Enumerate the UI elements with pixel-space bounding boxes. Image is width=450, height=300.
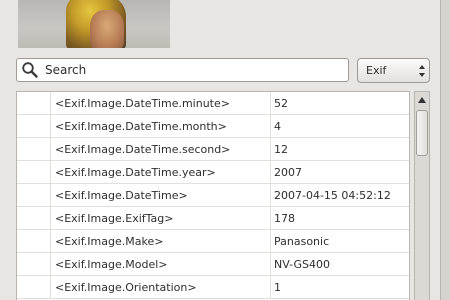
metadata-type-select[interactable]: Exif xyxy=(357,58,430,83)
row-indicator-cell xyxy=(17,207,51,229)
table-row[interactable]: <Exif.Image.DateTime.minute> 52 xyxy=(17,92,409,115)
table-row[interactable]: <Exif.Image.DateTime> 2007-04-15 04:52:1… xyxy=(17,184,409,207)
metadata-type-selected: Exif xyxy=(366,64,387,77)
tag-name-cell: <Exif.Image.DateTime.second> xyxy=(51,138,271,160)
window-edge xyxy=(440,0,450,300)
table-row[interactable]: <Exif.Image.DateTime.second> 12 xyxy=(17,138,409,161)
row-indicator-cell xyxy=(17,92,51,114)
tag-value-cell: 178 xyxy=(274,211,295,225)
table-row[interactable]: <Exif.Image.Model> NV-GS400 xyxy=(17,253,409,276)
tag-value-cell: 2007-04-15 04:52:12 xyxy=(274,188,391,202)
table-row[interactable]: <Exif.Image.DateTime.month> 4 xyxy=(17,115,409,138)
tag-name-cell: <Exif.Image.DateTime.year> xyxy=(51,161,271,183)
table-row[interactable]: <Exif.Image.Orientation> 1 xyxy=(17,276,409,299)
search-input[interactable]: Search xyxy=(16,58,349,82)
row-indicator-cell xyxy=(17,138,51,160)
tag-value-cell: 4 xyxy=(274,119,281,133)
tag-name-cell: <Exif.Image.Orientation> xyxy=(51,276,271,298)
tag-value-cell: 1 xyxy=(274,280,281,294)
row-indicator-cell xyxy=(17,230,51,252)
row-indicator-cell xyxy=(17,115,51,137)
search-icon xyxy=(21,61,39,79)
tag-name-cell: <Exif.Image.Make> xyxy=(51,230,271,252)
vertical-scrollbar[interactable] xyxy=(414,91,430,300)
row-indicator-cell xyxy=(17,161,51,183)
tag-value-cell: NV-GS400 xyxy=(274,257,330,271)
tag-value-cell: 52 xyxy=(274,96,288,110)
scrollbar-thumb[interactable] xyxy=(416,110,428,156)
tag-name-cell: <Exif.Image.ExifTag> xyxy=(51,207,271,229)
table-row[interactable]: <Exif.Image.ExifTag> 178 xyxy=(17,207,409,230)
tag-name-cell: <Exif.Image.DateTime.month> xyxy=(51,115,271,137)
tag-value-cell: Panasonic xyxy=(274,234,330,248)
tag-value-cell: 2007 xyxy=(274,165,302,179)
scroll-up-arrow-icon[interactable] xyxy=(415,92,429,108)
row-indicator-cell xyxy=(17,184,51,206)
tag-value-cell: 12 xyxy=(274,142,288,156)
tag-name-cell: <Exif.Image.Model> xyxy=(51,253,271,275)
search-placeholder: Search xyxy=(45,63,87,77)
table-row[interactable]: <Exif.Image.Make> Panasonic xyxy=(17,230,409,253)
table-row[interactable]: <Exif.Image.DateTime.year> 2007 xyxy=(17,161,409,184)
row-indicator-cell xyxy=(17,276,51,298)
updown-arrows-icon xyxy=(415,61,429,81)
tag-name-cell: <Exif.Image.DateTime> xyxy=(51,184,271,206)
thumbnail-subject-detail xyxy=(90,10,124,48)
row-indicator-cell xyxy=(17,253,51,275)
metadata-table: <Exif.Image.DateTime.minute> 52 <Exif.Im… xyxy=(16,91,410,300)
image-thumbnail[interactable] xyxy=(18,0,170,48)
tag-name-cell: <Exif.Image.DateTime.minute> xyxy=(51,92,271,114)
